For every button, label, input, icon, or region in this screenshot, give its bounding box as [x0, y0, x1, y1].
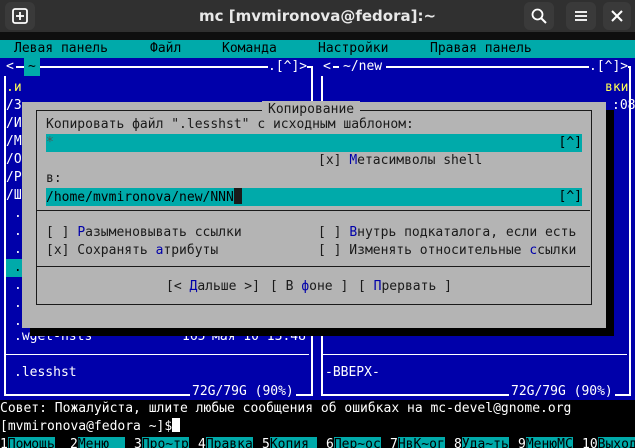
- source-pattern-value: *: [46, 135, 54, 150]
- function-key-bar: 1Помощь 2Меню 3Про~тр 4Правка 5Копия 6Пе…: [0, 436, 635, 448]
- menu-settings[interactable]: Настройки: [318, 40, 388, 58]
- source-label: Копировать файл ".lesshst" с исходным ша…: [46, 117, 414, 132]
- dialog-divider-2: [36, 266, 590, 267]
- dest-path-value: /home/mvmironova/new/NNN: [46, 190, 234, 205]
- fkey-2[interactable]: 2Меню: [70, 436, 125, 448]
- dest-history-button[interactable]: [^]: [559, 188, 582, 206]
- menu-bar: Левая панель Файл Команда Настройки Прав…: [0, 40, 635, 58]
- left-panel-hist[interactable]: <: [4, 58, 16, 76]
- left-row-5[interactable]: /Р: [6, 169, 22, 187]
- fkey-4[interactable]: 4Правка: [198, 436, 253, 448]
- fkey-9[interactable]: 9МенюMC: [518, 436, 573, 448]
- left-selected-file: .lesshst: [14, 365, 77, 380]
- panels-area: < ~ .[^]> .и /3 /И /М /О /Р /Ш . . . . .…: [0, 58, 635, 401]
- left-row-1[interactable]: /3: [6, 97, 22, 115]
- right-time-tail: :08: [612, 98, 635, 113]
- hamburger-icon: [575, 11, 587, 21]
- fkey-6[interactable]: 6Пер~ос: [326, 436, 381, 448]
- right-panel-divider: [321, 354, 627, 355]
- search-icon: [531, 8, 547, 24]
- left-panel-path: ~: [24, 58, 40, 76]
- window-titlebar: mc [mvmironova@fedora]:~: [0, 0, 635, 32]
- shell-prompt[interactable]: [mvmironova@fedora ~]$: [0, 418, 635, 436]
- dialog-divider-1: [36, 210, 590, 211]
- close-icon: [611, 10, 623, 22]
- text-cursor: [233, 188, 242, 204]
- source-pattern-input[interactable]: * [^]: [46, 134, 582, 152]
- left-panel-corner[interactable]: .[^]>: [268, 58, 308, 76]
- dest-path-input[interactable]: /home/mvmironova/new/NNN [^]: [46, 188, 582, 206]
- left-row-6[interactable]: /Ш: [6, 187, 22, 205]
- new-tab-icon: [12, 8, 28, 24]
- next-button[interactable]: [< Дальше >]: [166, 278, 260, 296]
- menu-right-panel[interactable]: Правая панель: [430, 40, 532, 58]
- right-selected-item: -ВВЕРХ-: [325, 365, 380, 380]
- prompt-cursor: [172, 418, 181, 432]
- right-header-tail: вки: [605, 80, 629, 95]
- left-disk-usage: 72G/79G (90%): [190, 383, 296, 401]
- search-button[interactable]: [524, 2, 554, 30]
- left-row-2[interactable]: /И: [6, 115, 22, 133]
- dest-label: в:: [46, 171, 62, 186]
- fkey-8[interactable]: 8Уда~ть: [454, 436, 509, 448]
- menu-file[interactable]: Файл: [150, 40, 181, 58]
- metachars-checkbox[interactable]: [x] Метасимволы shell: [318, 152, 482, 170]
- left-row-0[interactable]: .и: [6, 79, 22, 97]
- window-title: mc [mvmironova@fedora]:~: [198, 7, 437, 25]
- fkey-7[interactable]: 7НвК~ог: [390, 436, 445, 448]
- abort-button[interactable]: [ Прервать ]: [358, 278, 452, 296]
- left-row-4[interactable]: /О: [6, 151, 22, 169]
- fkey-5[interactable]: 5Копия: [262, 436, 317, 448]
- left-row-3[interactable]: /М: [6, 133, 22, 151]
- menu-command[interactable]: Команда: [222, 40, 277, 58]
- menu-left-panel[interactable]: Левая панель: [14, 40, 108, 58]
- new-tab-button[interactable]: [5, 2, 35, 30]
- background-button[interactable]: [ В фоне ]: [270, 278, 348, 296]
- dialog-shadow-bottom: [30, 328, 614, 336]
- close-button[interactable]: [603, 2, 631, 30]
- fkey-3[interactable]: 3Про~тр: [134, 436, 189, 448]
- left-panel-divider: [4, 354, 309, 355]
- relative-links-checkbox[interactable]: [ ] Изменять относительные ссылки: [318, 242, 576, 260]
- fkey-1[interactable]: 1Помощь: [0, 436, 55, 448]
- fkey-10[interactable]: 10Выход: [582, 436, 635, 448]
- copy-dialog: Копирование Копировать файл ".lesshst" с…: [22, 101, 606, 328]
- menu-button[interactable]: [566, 2, 596, 30]
- right-panel-hist[interactable]: <: [321, 58, 333, 76]
- prompt-text: [mvmironova@fedora ~]$: [0, 419, 173, 434]
- source-history-button[interactable]: [^]: [559, 134, 582, 152]
- deref-links-checkbox[interactable]: [ ] Разыменовывать ссылки: [46, 224, 242, 242]
- dialog-shadow-right: [606, 110, 614, 336]
- right-disk-usage: 72G/79G (90%): [509, 383, 615, 401]
- right-panel-path: ~/new: [339, 58, 387, 76]
- into-subdir-checkbox[interactable]: [ ] Внутрь подкаталога, если есть: [318, 224, 576, 242]
- keep-attrs-checkbox[interactable]: [x] Сохранять атрибуты: [46, 242, 218, 260]
- hint-line: Совет: Пожалуйста, шлите любые сообщения…: [0, 400, 635, 418]
- right-panel-corner[interactable]: .[^]>: [589, 58, 629, 76]
